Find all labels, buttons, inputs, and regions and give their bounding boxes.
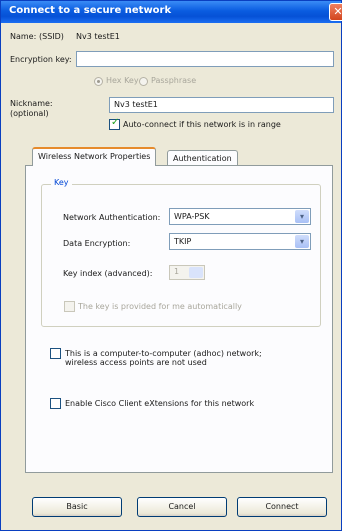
data-encryption-label: Data Encryption: (63, 239, 131, 248)
encryption-key-label: Encryption key: (10, 55, 72, 64)
auto-key-checkbox[interactable] (64, 301, 75, 312)
auto-connect-label: Auto-connect if this network is in range (123, 120, 281, 129)
hex-key-radio[interactable] (94, 77, 103, 86)
close-icon[interactable]: ✕ (329, 3, 342, 21)
network-auth-select[interactable]: WPA-PSK ▾ (169, 208, 311, 225)
checkmark-icon: ✓ (111, 117, 120, 128)
key-index-value: 1 (174, 267, 180, 276)
cancel-button[interactable]: Cancel (137, 497, 227, 517)
network-auth-label: Network Authentication: (63, 213, 161, 222)
tab-wireless-network-properties[interactable]: Wireless Network Properties (32, 147, 157, 166)
key-index-label: Key index (advanced): (63, 269, 153, 278)
ssid-label: (SSID) (39, 32, 64, 41)
hex-key-label: Hex Key (106, 76, 139, 85)
nickname-input[interactable]: Nv3 testE1 (109, 97, 334, 113)
data-encryption-value: TKIP (174, 237, 192, 246)
encryption-key-input[interactable] (76, 51, 334, 67)
secure-network-dialog: Connect to a secure network ✕ Name: (SSI… (0, 0, 342, 531)
spinner-arrows-icon[interactable] (189, 267, 203, 278)
basic-button[interactable]: Basic (32, 497, 122, 517)
chevron-down-icon[interactable]: ▾ (295, 235, 309, 248)
passphrase-radio[interactable] (139, 77, 148, 86)
tab-label: Wireless Network Properties (38, 152, 151, 161)
nickname-label: Nickname: (10, 99, 53, 108)
adhoc-checkbox[interactable] (50, 348, 61, 359)
ssid-value: Nv3 testE1 (76, 32, 120, 41)
name-label: Name: (10, 32, 37, 41)
window-title: Connect to a secure network (9, 5, 172, 16)
auto-connect-checkbox[interactable]: ✓ (109, 117, 120, 130)
tab-label: Authentication (173, 154, 232, 163)
key-index-spinner[interactable]: 1 (169, 265, 205, 280)
adhoc-label-line1: This is a computer-to-computer (adhoc) n… (65, 349, 262, 358)
cisco-extensions-label: Enable Cisco Client eXtensions for this … (65, 399, 255, 408)
chevron-down-icon[interactable]: ▾ (295, 210, 309, 223)
data-encryption-select[interactable]: TKIP ▾ (169, 233, 311, 250)
adhoc-label-line2: wireless access points are not used (65, 358, 207, 367)
auto-key-label: The key is provided for me automatically (78, 302, 242, 311)
key-group-title: Key (51, 178, 72, 187)
nickname-sublabel: (optional) (10, 109, 49, 118)
connect-button[interactable]: Connect (237, 497, 327, 517)
cisco-extensions-checkbox[interactable] (50, 398, 61, 409)
network-auth-value: WPA-PSK (174, 212, 210, 221)
title-bar[interactable]: Connect to a secure network ✕ (1, 1, 342, 23)
passphrase-label: Passphrase (151, 76, 197, 85)
